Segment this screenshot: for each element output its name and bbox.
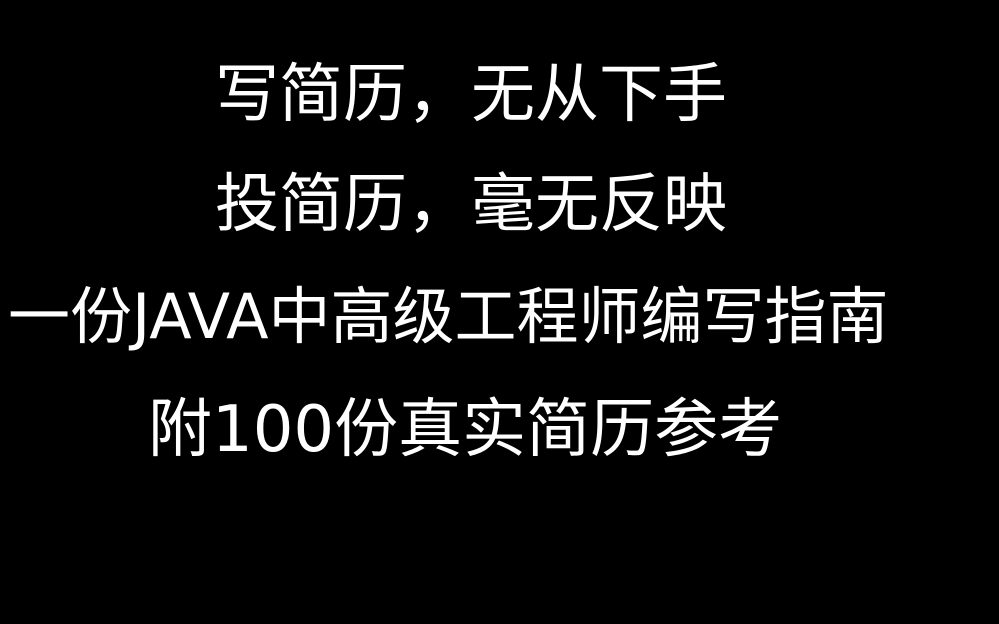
headline-line-3: 一份JAVA中高级工程师编写指南 [8,280,889,353]
headline-line-2: 投简历，毫无反映 [215,168,727,242]
headline-line-4: 附100份真实简历参考 [148,393,783,467]
headline-line-1: 写简历，无从下手 [215,58,727,132]
